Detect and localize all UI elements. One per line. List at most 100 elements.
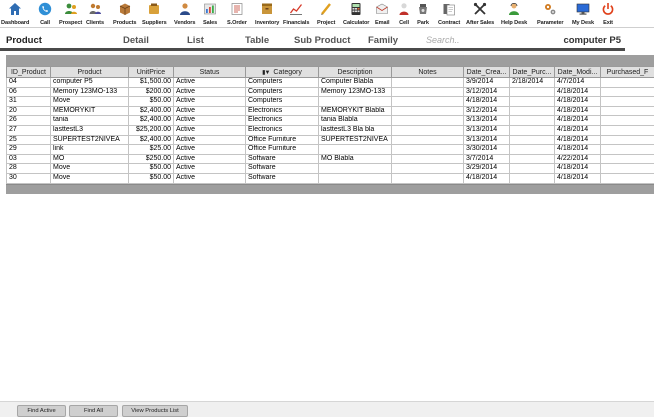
table-cell[interactable] bbox=[391, 105, 464, 117]
table-cell[interactable] bbox=[600, 86, 654, 98]
table-cell[interactable]: 28 bbox=[6, 163, 51, 174]
table-cell[interactable]: Electronics bbox=[245, 105, 319, 117]
find-all-button[interactable]: Find All bbox=[69, 405, 118, 417]
column-header[interactable]: Date_Crea... bbox=[463, 66, 510, 78]
table-cell[interactable]: Computers bbox=[245, 77, 319, 88]
table-cell[interactable] bbox=[600, 134, 654, 146]
toolbar-button-park[interactable]: Park bbox=[416, 0, 430, 28]
table-cell[interactable] bbox=[318, 144, 392, 155]
table-cell[interactable]: 4/18/2014 bbox=[554, 163, 601, 174]
column-header[interactable]: Date_Modi... bbox=[554, 66, 601, 78]
column-header[interactable]: Date_Purc... bbox=[509, 66, 555, 78]
table-cell[interactable] bbox=[600, 144, 654, 155]
column-header[interactable]: Status bbox=[173, 66, 246, 78]
table-cell[interactable] bbox=[318, 163, 392, 174]
table-cell[interactable]: 03 bbox=[6, 153, 51, 165]
column-header[interactable]: ID_Product bbox=[6, 66, 51, 78]
table-cell[interactable]: MEMORYKIT bbox=[50, 105, 129, 117]
table-cell[interactable]: 4/18/2014 bbox=[554, 86, 601, 98]
table-cell[interactable]: Active bbox=[173, 86, 246, 98]
table-cell[interactable] bbox=[391, 134, 464, 146]
table-cell[interactable]: Computer Blabla bbox=[318, 77, 392, 88]
table-cell[interactable]: Memory 123MO-133 bbox=[318, 86, 392, 98]
table-row[interactable]: 06 Memory 123MO-133 $200.00 Active Computers… bbox=[6, 86, 654, 98]
table-cell[interactable]: Active bbox=[173, 163, 246, 174]
table-cell[interactable]: link bbox=[50, 144, 129, 155]
table-cell[interactable] bbox=[509, 96, 555, 107]
table-cell[interactable]: 3/13/2014 bbox=[463, 124, 510, 136]
table-cell[interactable]: 3/7/2014 bbox=[463, 153, 510, 165]
toolbar-button-parameter[interactable]: Parameter bbox=[537, 0, 564, 28]
column-header[interactable]: Description bbox=[318, 66, 392, 78]
table-cell[interactable]: SUPERTEST2NIVEA bbox=[318, 134, 392, 146]
table-row[interactable]: 04 computer P5 $1,500.00 Active Computers Com… bbox=[6, 77, 654, 88]
table-cell[interactable]: 3/13/2014 bbox=[463, 115, 510, 126]
toolbar-button-my-desk[interactable]: My Desk bbox=[572, 0, 594, 28]
table-cell[interactable]: $2,400.00 bbox=[128, 115, 174, 126]
table-cell[interactable] bbox=[509, 115, 555, 126]
toolbar-button-clients[interactable]: Clients bbox=[86, 0, 104, 28]
table-cell[interactable]: Active bbox=[173, 153, 246, 165]
table-cell[interactable] bbox=[600, 163, 654, 174]
toolbar-button-cell[interactable]: Cell bbox=[397, 0, 411, 28]
table-cell[interactable]: 26 bbox=[6, 115, 51, 126]
table-cell[interactable] bbox=[509, 105, 555, 117]
toolbar-button-after-sales[interactable]: After Sales bbox=[466, 0, 494, 28]
toolbar-button-project[interactable]: Project bbox=[317, 0, 335, 28]
table-cell[interactable]: Active bbox=[173, 105, 246, 117]
toolbar-button-sales[interactable]: Sales bbox=[203, 0, 217, 28]
table-cell[interactable]: 3/12/2014 bbox=[463, 105, 510, 117]
table-row[interactable]: 20 MEMORYKIT $2,400.00 Active Electronics MEM… bbox=[6, 105, 654, 117]
table-cell[interactable] bbox=[509, 172, 555, 184]
table-cell[interactable] bbox=[391, 163, 464, 174]
table-cell[interactable]: Office Furniture bbox=[245, 144, 319, 155]
toolbar-button-products[interactable]: Products bbox=[113, 0, 137, 28]
table-cell[interactable] bbox=[391, 153, 464, 165]
table-cell[interactable] bbox=[600, 105, 654, 117]
table-cell[interactable]: 27 bbox=[6, 124, 51, 136]
table-cell[interactable]: 4/18/2014 bbox=[554, 115, 601, 126]
table-cell[interactable] bbox=[509, 153, 555, 165]
tab-sub-product[interactable]: Sub Product bbox=[294, 35, 350, 46]
table-cell[interactable]: Move bbox=[50, 172, 129, 184]
table-cell[interactable]: 20 bbox=[6, 105, 51, 117]
column-header[interactable]: Purchased_F bbox=[600, 66, 654, 78]
table-cell[interactable]: 3/30/2014 bbox=[463, 144, 510, 155]
table-row[interactable]: 28 Move $50.00 Active Software 3/29/2014 4/18/… bbox=[6, 163, 654, 174]
toolbar-button-financials[interactable]: Financials bbox=[283, 0, 309, 28]
table-cell[interactable]: $2,400.00 bbox=[128, 134, 174, 146]
column-header[interactable]: UnitPrice bbox=[128, 66, 174, 78]
find-active-button[interactable]: Find Active bbox=[17, 405, 66, 417]
table-cell[interactable]: Software bbox=[245, 172, 319, 184]
table-cell[interactable]: 3/29/2014 bbox=[463, 163, 510, 174]
table-cell[interactable]: 4/18/2014 bbox=[463, 172, 510, 184]
table-cell[interactable]: SUPERTEST2NIVEA bbox=[50, 134, 129, 146]
table-cell[interactable]: MO Blabla bbox=[318, 153, 392, 165]
table-cell[interactable]: Electronics bbox=[245, 124, 319, 136]
toolbar-button-calculator[interactable]: Calculator bbox=[343, 0, 369, 28]
table-cell[interactable]: Office Furniture bbox=[245, 134, 319, 146]
table-cell[interactable]: lasttestL3 bbox=[50, 124, 129, 136]
table-cell[interactable]: 4/18/2014 bbox=[554, 124, 601, 136]
table-cell[interactable] bbox=[391, 172, 464, 184]
table-cell[interactable]: 31 bbox=[6, 96, 51, 107]
table-cell[interactable]: 4/18/2014 bbox=[463, 96, 510, 107]
tab-product[interactable]: Product bbox=[6, 35, 42, 46]
table-cell[interactable] bbox=[509, 144, 555, 155]
table-cell[interactable]: Computers bbox=[245, 96, 319, 107]
column-header[interactable]: Notes bbox=[391, 66, 464, 78]
table-cell[interactable] bbox=[391, 115, 464, 126]
table-cell[interactable]: 06 bbox=[6, 86, 51, 98]
tab-detail[interactable]: Detail bbox=[123, 35, 149, 46]
table-cell[interactable]: 4/18/2014 bbox=[554, 144, 601, 155]
table-cell[interactable] bbox=[509, 163, 555, 174]
toolbar-button-inventory[interactable]: Inventory bbox=[255, 0, 279, 28]
table-cell[interactable] bbox=[600, 172, 654, 184]
table-row[interactable]: 27 lasttestL3 $25,200.00 Active Electronics l… bbox=[6, 124, 654, 136]
table-cell[interactable] bbox=[600, 153, 654, 165]
table-cell[interactable] bbox=[600, 77, 654, 88]
table-row[interactable]: 03 MO $250.00 Active Software MO Blabla 3/7/20… bbox=[6, 153, 654, 165]
table-cell[interactable]: computer P5 bbox=[50, 77, 129, 88]
table-cell[interactable]: Active bbox=[173, 115, 246, 126]
table-cell[interactable]: 4/7/2014 bbox=[554, 77, 601, 88]
